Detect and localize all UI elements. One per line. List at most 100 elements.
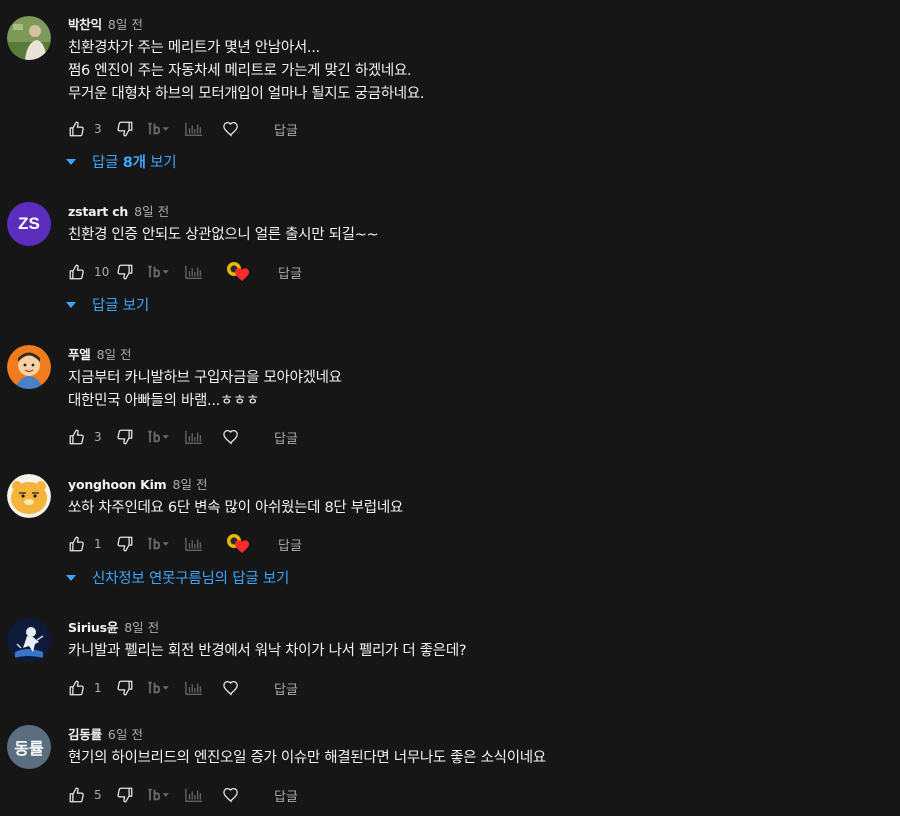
avatar[interactable]: 동률: [7, 725, 51, 769]
view-replies-label: 답글 보기: [92, 297, 149, 314]
like-count: 5: [94, 788, 102, 802]
bar-chart-icon[interactable]: [184, 120, 204, 138]
view-replies-prefix: 답글: [92, 154, 123, 171]
bar-chart-icon[interactable]: [184, 263, 204, 281]
avatar[interactable]: [7, 474, 51, 518]
comment-time[interactable]: 6일 전: [108, 724, 143, 743]
avatar-cartoon: [7, 474, 51, 518]
comment-text-line: 쏘하 차주인데요 6단 변속 많이 아쉬웠는데 8단 부럽네요: [68, 500, 403, 516]
comment-actions: 1 답글: [68, 534, 302, 554]
comment-text: 현기의 하이브리드의 엔진오일 증가 이슈만 해결된다면 너무나도 좋은 소식이…: [68, 747, 546, 770]
caret-down-icon: [66, 159, 76, 165]
author-name[interactable]: 푸엘: [68, 344, 91, 363]
thumb-up-icon[interactable]: [68, 263, 86, 281]
thumb-down-icon[interactable]: [116, 428, 134, 446]
avatar[interactable]: [7, 618, 51, 662]
comment-text-line: 현기의 하이브리드의 엔진오일 증가 이슈만 해결된다면 너무나도 좋은 소식이…: [68, 750, 546, 766]
comment-actions: 3 답글: [68, 427, 298, 447]
heart-outline-icon[interactable]: [222, 786, 240, 804]
thumb-down-icon[interactable]: [116, 786, 134, 804]
reply-button[interactable]: 답글: [274, 786, 298, 805]
heart-outline-icon[interactable]: [222, 428, 240, 446]
reply-button[interactable]: 답글: [278, 535, 302, 554]
comment-time[interactable]: 8일 전: [108, 14, 143, 33]
comment-header: 박찬익 8일 전: [68, 14, 143, 34]
reply-button[interactable]: 답글: [274, 120, 298, 139]
thumb-down-icon[interactable]: [116, 120, 134, 138]
thumb-up-icon[interactable]: [68, 120, 86, 138]
avatar-photo: [7, 16, 51, 60]
comment-text-line: 지금부터 카니발하브 구입자금을 모아야겠네요: [68, 370, 342, 386]
thumb-up-icon[interactable]: [68, 535, 86, 553]
font-size-icon[interactable]: [144, 786, 174, 804]
comment-text-line: 대한민국 아빠들의 바램...ㅎㅎㅎ: [68, 393, 260, 409]
thumb-up-icon[interactable]: [68, 679, 86, 697]
reply-button[interactable]: 답글: [274, 428, 298, 447]
comment-header: zstart ch 8일 전: [68, 201, 169, 221]
like-count: 1: [94, 681, 102, 695]
comment-text-line: 카니발과 펠리는 회전 반경에서 워낙 차이가 나서 펠리가 더 좋은데?: [68, 643, 467, 659]
font-size-icon[interactable]: [144, 263, 174, 281]
author-name[interactable]: Sirius윤: [68, 617, 118, 636]
font-size-icon[interactable]: [144, 535, 174, 553]
font-size-icon[interactable]: [144, 428, 174, 446]
comment-header: 김동률 6일 전: [68, 724, 143, 744]
avatar-initials: ZS: [18, 214, 40, 233]
comment-actions: 3 답글: [68, 119, 298, 139]
comment-actions: 10 답글: [68, 262, 302, 282]
font-size-icon[interactable]: [144, 679, 174, 697]
author-name[interactable]: zstart ch: [68, 204, 128, 219]
avatar-initials: 동률: [14, 741, 44, 758]
comment-text: 쏘하 차주인데요 6단 변속 많이 아쉬웠는데 8단 부럽네요: [68, 497, 403, 520]
comment-actions: 1 답글: [68, 678, 298, 698]
comment-text: 친환경 인증 안되도 상관없으니 얼른 출시만 되길~~: [68, 224, 379, 247]
font-size-icon[interactable]: [144, 120, 174, 138]
view-replies-button[interactable]: 신차정보 연못구름님의 답글 보기: [66, 566, 289, 588]
comment-text: 친환경차가 주는 메리트가 몇년 안남아서... 쩜6 엔진이 주는 자동차세 …: [68, 37, 424, 106]
comment-time[interactable]: 8일 전: [97, 344, 132, 363]
like-count: 3: [94, 122, 102, 136]
comment-header: Sirius윤 8일 전: [68, 617, 159, 637]
reply-button[interactable]: 답글: [278, 263, 302, 282]
view-replies-suffix: 보기: [145, 154, 177, 171]
creator-heart-icon: [226, 261, 250, 283]
thumb-up-icon[interactable]: [68, 428, 86, 446]
comment-time[interactable]: 8일 전: [134, 201, 169, 220]
comment-text-line: 쩜6 엔진이 주는 자동차세 메리트로 가는게 맞긴 하겠네요.: [68, 63, 412, 79]
bar-chart-icon[interactable]: [184, 535, 204, 553]
comment-text-line: 친환경차가 주는 메리트가 몇년 안남아서...: [68, 40, 320, 56]
thumb-up-icon[interactable]: [68, 786, 86, 804]
comment-header: yonghoon Kim 8일 전: [68, 474, 207, 494]
author-name[interactable]: 김동률: [68, 724, 102, 743]
heart-outline-icon[interactable]: [222, 679, 240, 697]
comment-text: 지금부터 카니발하브 구입자금을 모아야겠네요 대한민국 아빠들의 바램...ㅎ…: [68, 367, 342, 413]
view-replies-button[interactable]: 답글 8개 보기: [66, 150, 177, 172]
view-replies-label: 신차정보 연못구름님의 답글 보기: [92, 570, 290, 587]
thumb-down-icon[interactable]: [116, 535, 134, 553]
comment-text: 카니발과 펠리는 회전 반경에서 워낙 차이가 나서 펠리가 더 좋은데?: [68, 640, 467, 663]
comment-header: 푸엘 8일 전: [68, 344, 132, 364]
like-count: 1: [94, 537, 102, 551]
comment-time[interactable]: 8일 전: [173, 474, 208, 493]
comment-text-line: 무거운 대형차 하브의 모터개입이 얼마나 될지도 궁금하네요.: [68, 86, 425, 102]
caret-down-icon: [66, 302, 76, 308]
comment-text-line: 친환경 인증 안되도 상관없으니 얼른 출시만 되길~~: [68, 227, 379, 243]
bar-chart-icon[interactable]: [184, 679, 204, 697]
avatar-illustration: [7, 618, 51, 662]
avatar[interactable]: ZS: [7, 202, 51, 246]
thumb-down-icon[interactable]: [116, 263, 134, 281]
comment-time[interactable]: 8일 전: [124, 617, 159, 636]
author-name[interactable]: yonghoon Kim: [68, 477, 167, 492]
like-count: 3: [94, 430, 102, 444]
view-replies-button[interactable]: 답글 보기: [66, 293, 149, 315]
bar-chart-icon[interactable]: [184, 786, 204, 804]
bar-chart-icon[interactable]: [184, 428, 204, 446]
reply-button[interactable]: 답글: [274, 679, 298, 698]
like-count: 10: [94, 265, 110, 279]
thumb-down-icon[interactable]: [116, 679, 134, 697]
heart-outline-icon[interactable]: [222, 120, 240, 138]
caret-down-icon: [66, 575, 76, 581]
avatar[interactable]: [7, 16, 51, 60]
avatar[interactable]: [7, 345, 51, 389]
author-name[interactable]: 박찬익: [68, 14, 102, 33]
